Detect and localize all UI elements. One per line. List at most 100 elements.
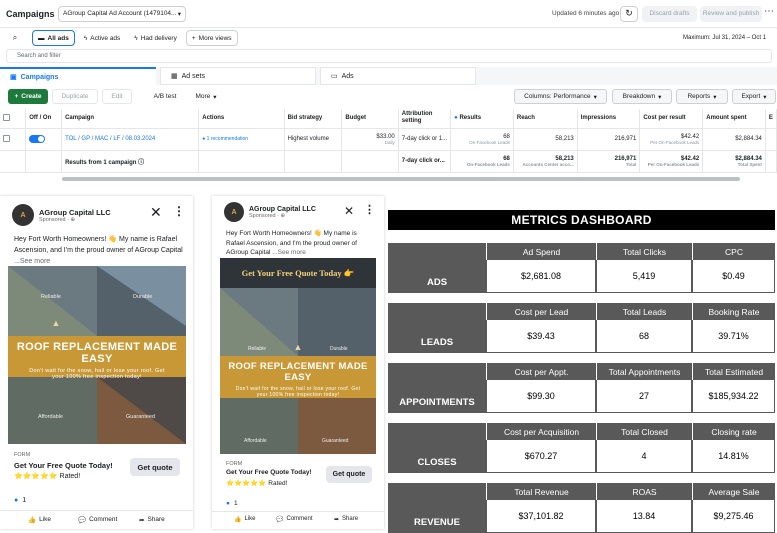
col-header-campaign[interactable]: Campaign [61,109,200,129]
more-options-icon[interactable]: ⋯ [764,6,774,17]
close-icon[interactable]: ✕ [150,204,162,221]
col-header-results[interactable]: ● Results [450,109,514,129]
col-header-budget[interactable]: Budget [341,109,399,129]
edit-button[interactable]: Edit [102,89,132,104]
banner-subtext: Don't wait for the snow, hail or lose yo… [29,368,165,380]
more-options-icon[interactable]: ⋮ [173,204,185,218]
comment-button[interactable]: 💬 Comment [78,516,117,524]
creative-headline: Get Your Free Quote Today 👉 [220,258,376,288]
like-button[interactable]: 👍 Like [234,516,256,523]
ad-creative-image[interactable]: Get Your Free Quote Today 👉 ▲ Reliable D… [220,258,376,454]
review-publish-button[interactable]: Review and publish [700,5,762,22]
like-button[interactable]: 👍 Like [28,516,51,524]
search-input[interactable]: Search and filter [6,49,772,63]
chevron-down-icon: ▾ [658,93,662,101]
metric-section-label: LEADS [388,303,486,353]
col-header-spent[interactable]: Amount spent [702,109,766,129]
ad-creative-image[interactable]: ▲ Reliable Durable Affordable Guaranteed… [8,266,186,444]
comment-button[interactable]: 💬 Comment [276,516,313,523]
see-more-link[interactable]: ...See more [272,249,306,256]
form-label: FORM [226,461,243,467]
columns-dropdown[interactable]: Columns: Performance ▾ [514,89,607,104]
tag-guaranteed: Guaranteed [322,438,349,444]
get-quote-button[interactable]: Get quote [130,458,180,476]
account-selector[interactable]: AGroup Capital Ad Account (1479104... ▾ [58,5,186,22]
svg-text:▲: ▲ [294,342,303,352]
metric-value: $39.43 [486,320,596,353]
col-header-reach[interactable]: Reach [513,109,578,129]
filter-had-delivery[interactable]: ϟ Had delivery [129,30,182,46]
page-name[interactable]: AGroup Capital LLC [39,208,111,217]
ab-test-button[interactable]: A/B test [145,89,185,104]
search-icon[interactable]: ⌕ [8,31,22,45]
horizontal-scrollbar[interactable] [62,177,740,181]
share-button[interactable]: ➦ Share [139,516,165,524]
more-views-button[interactable]: + More views [185,30,238,46]
col-header-cpr[interactable]: Cost per result [639,109,704,129]
metric-block-closes: CLOSES Cost per Acquisition $670.27 Total C… [388,423,775,473]
chevron-down-icon: ▾ [763,93,767,101]
date-range-picker[interactable]: Maximum: Jul 31, 2024 – Oct 1 [683,35,766,41]
col-header-impressions[interactable]: Impressions [577,109,641,129]
metric-header: Total Revenue [486,483,596,500]
get-quote-button[interactable]: Get quote [326,466,372,483]
tab-ads[interactable]: ▭ Ads [320,67,476,85]
share-button[interactable]: ➦ Share [334,516,358,523]
campaign-toggle[interactable] [25,128,63,151]
select-all-checkbox[interactable] [0,109,27,129]
metric-section-label: CLOSES [388,423,486,473]
refresh-icon[interactable]: ↻ [620,5,638,22]
dashboard-title: METRICS DASHBOARD [388,210,775,230]
tab-ad-sets[interactable]: ▦ Ad sets [160,67,316,85]
more-button[interactable]: More ▾ [190,89,222,104]
page-name[interactable]: AGroup Capital LLC [249,206,316,213]
breakdown-dropdown[interactable]: Breakdown ▾ [612,89,672,104]
bid-strategy: Highest volume [284,128,343,151]
ad-banner: ROOF REPLACEMENT MADE EASY Don't wait fo… [8,336,186,380]
tab-campaigns[interactable]: ▣ Campaigns [0,67,156,85]
metric-value: $9,275.46 [692,500,775,533]
rating: ⭐⭐⭐⭐⭐ Rated! [226,480,288,487]
metric-block-revenue: REVENUE Total Revenue $37,101.82 ROAS 13.84 A… [388,483,775,533]
table-row[interactable]: TOL / GP / MAC / LF / 08.03.2024 ● 1 rec… [0,128,777,151]
attribution-cell: 7-day click or 1... [398,128,452,151]
impressions-cell: 216,971 [577,128,641,151]
col-header-actions[interactable]: Actions [198,109,285,129]
filter-active-ads[interactable]: ϟ Active ads [79,30,125,46]
metric-value: $2,681.08 [486,260,596,293]
reactions: ● 1 [226,500,238,507]
reports-dropdown[interactable]: Reports ▾ [676,89,728,104]
table-header-row: Off / On Campaign Actions Bid strategy B… [0,109,777,129]
info-icon: ⓘ [138,159,145,166]
folder-icon: ▬ [38,34,45,42]
metric-header: Total Leads [596,303,692,320]
discard-drafts-button[interactable]: Discard drafts [642,5,697,22]
create-button[interactable]: + Create [8,89,48,104]
cta-title: Get Your Free Quote Today! [226,469,312,476]
plus-icon: + [14,93,19,100]
col-header-attribution[interactable]: Attribution setting [398,109,452,129]
ad-primary-text: Hey Fort Worth Homeowners! 👋 My name is … [226,230,357,256]
recommendation-link[interactable]: ● 1 recommendation [198,128,285,151]
share-icon: ➦ [139,517,145,524]
col-header-onoff[interactable]: Off / On [25,109,63,129]
row-checkbox[interactable] [0,128,27,151]
chevron-down-icon: ▾ [177,10,181,18]
col-header-bid[interactable]: Bid strategy [284,109,343,129]
thumbs-up-icon: 👍 [28,517,37,524]
metric-header: Booking Rate [692,303,775,320]
budget-cell[interactable]: $33.00 Daily [341,128,399,151]
see-more-link[interactable]: ...See more [14,258,50,265]
metric-section-label: APPOINTMENTS [388,363,486,413]
metric-value: 5,419 [596,260,692,293]
more-options-icon[interactable]: ⋮ [364,203,375,216]
banner-subtext: Don't wait for the snow, hail or lose yo… [235,386,361,398]
campaign-name-link[interactable]: TOL / GP / MAC / LF / 08.03.2024 [61,128,200,151]
view-filters: ⌕ ▬ All ads ϟ Active ads ϟ Had delivery + Mo… [0,28,777,48]
metric-section-label: REVENUE [388,483,486,533]
col-header-more[interactable]: E [765,109,777,129]
duplicate-button[interactable]: Duplicate [52,89,98,104]
filter-all-ads[interactable]: ▬ All ads [32,30,75,46]
close-icon[interactable]: ✕ [344,204,354,218]
export-dropdown[interactable]: Export ▾ [732,89,776,104]
